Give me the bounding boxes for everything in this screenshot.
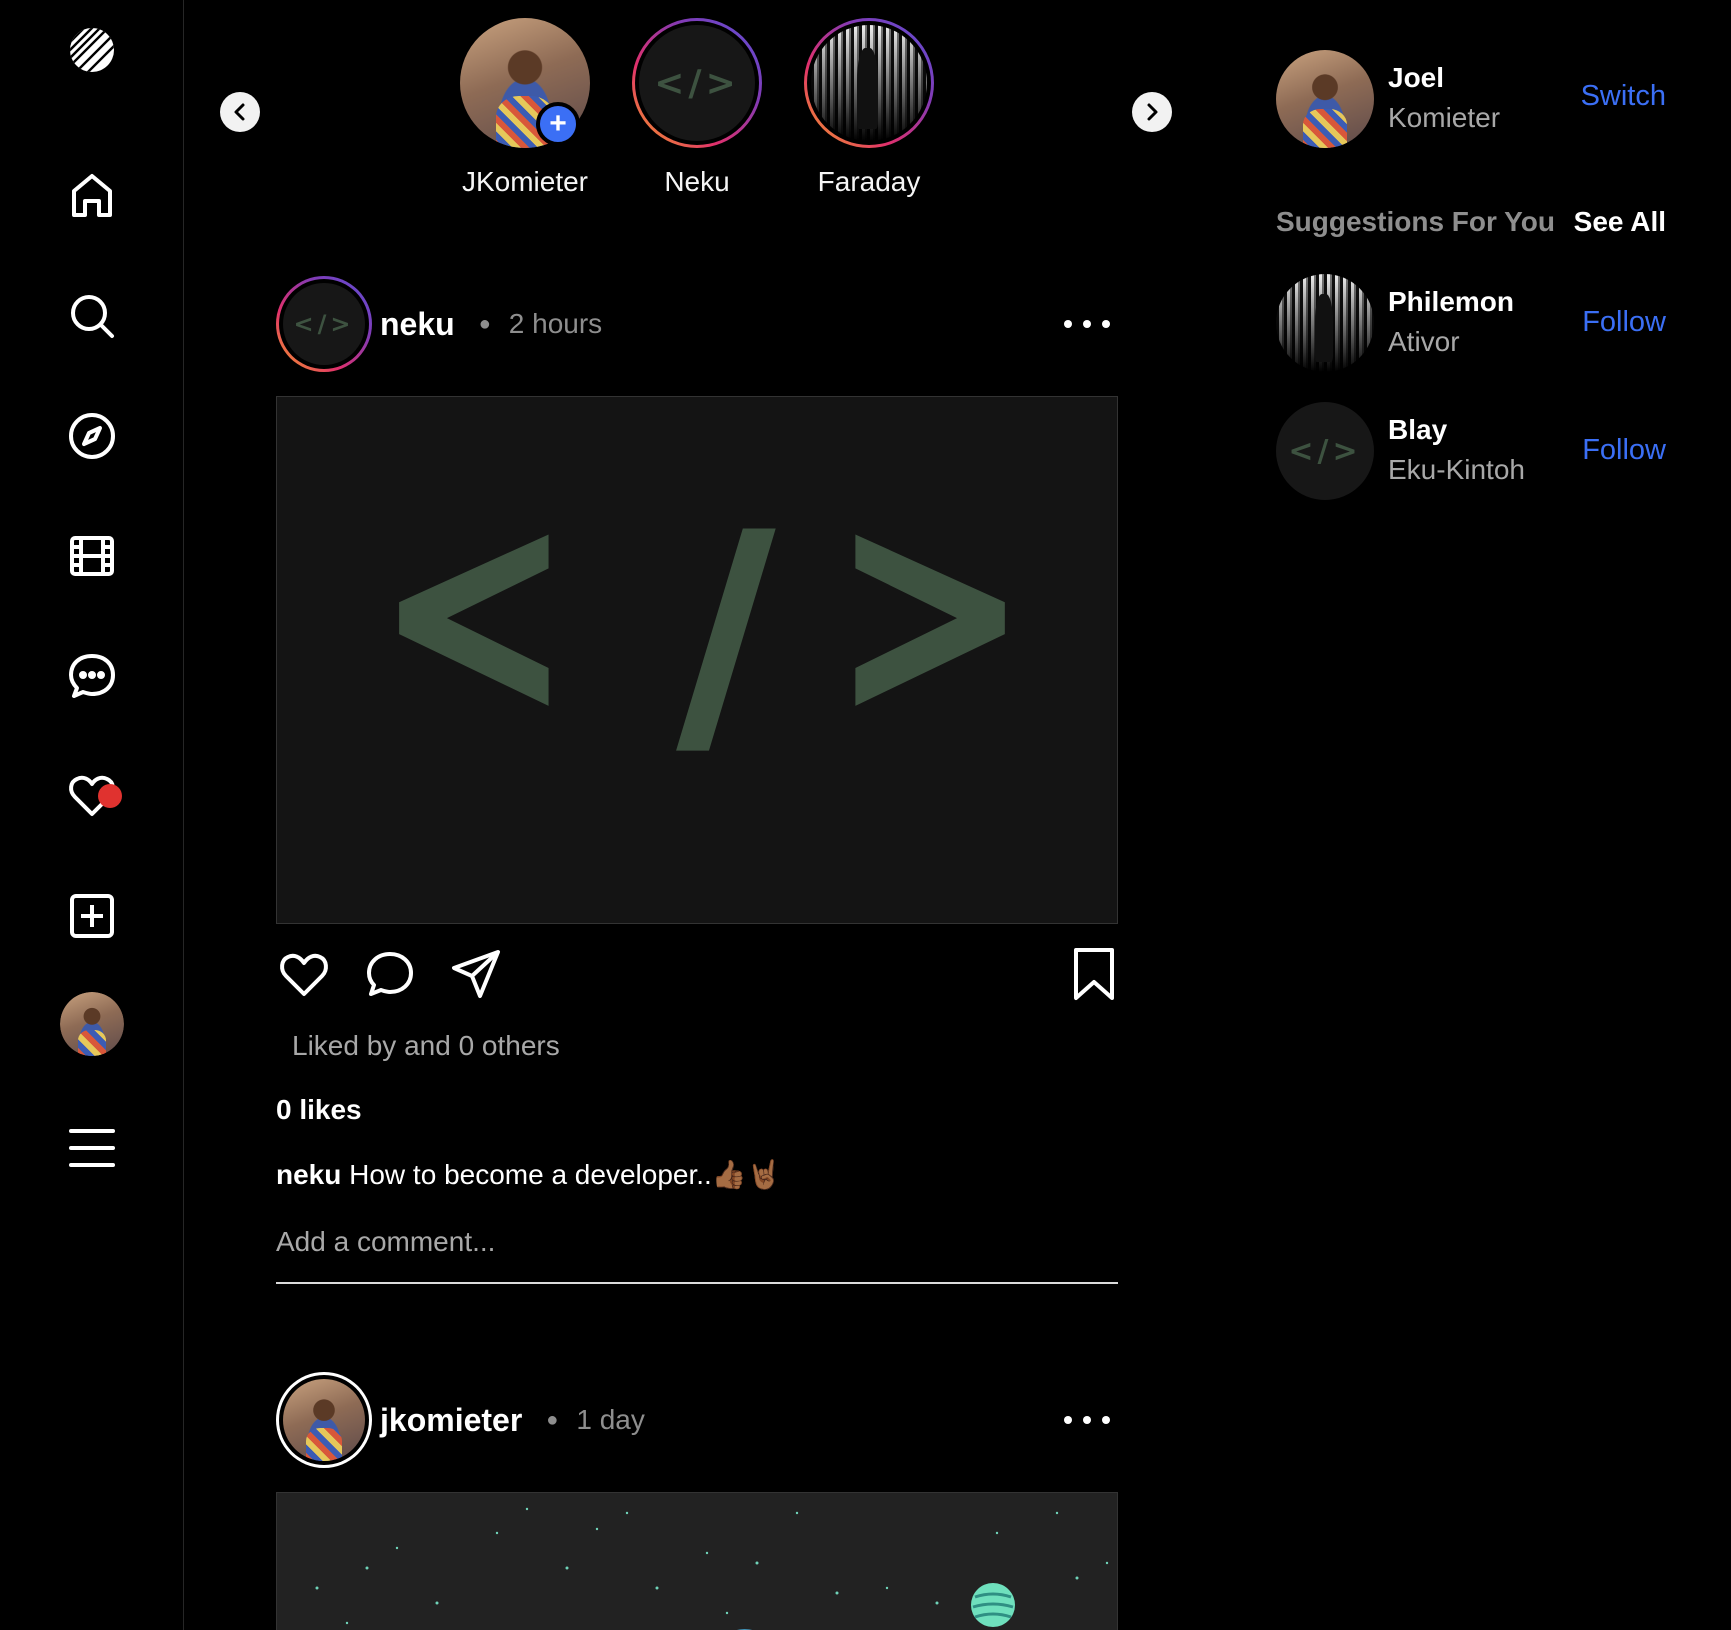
avatar bbox=[283, 1379, 365, 1461]
suggestion-last-name: Ativor bbox=[1388, 326, 1460, 357]
post-actions bbox=[276, 946, 1116, 1006]
code-logo-image bbox=[399, 528, 1005, 751]
create-icon[interactable] bbox=[66, 890, 118, 942]
explore-icon[interactable] bbox=[66, 410, 118, 462]
current-user-first-name[interactable]: Joel bbox=[1388, 62, 1444, 94]
story-name: JKomieter bbox=[461, 166, 589, 197]
reels-icon[interactable] bbox=[66, 530, 118, 582]
suggestion-last-name: Eku-Kintoh bbox=[1388, 454, 1525, 485]
separator-dot: ● bbox=[546, 1408, 559, 1431]
story-neku[interactable]: </> Neku bbox=[617, 18, 777, 198]
story-name: Faraday bbox=[817, 166, 921, 197]
post-timestamp: 1 day bbox=[576, 1404, 645, 1435]
suggestions-title: Suggestions For You bbox=[1276, 206, 1555, 237]
avatar: </> bbox=[283, 283, 365, 365]
suggestion-avatar[interactable] bbox=[1276, 274, 1374, 372]
story-avatar bbox=[811, 25, 927, 141]
post-username[interactable]: jkomieter bbox=[380, 1402, 522, 1439]
stories-prev-button[interactable] bbox=[220, 92, 260, 132]
switch-account-button[interactable]: Switch bbox=[1581, 80, 1666, 113]
caption-username[interactable]: neku bbox=[276, 1159, 341, 1190]
follow-button[interactable]: Follow bbox=[1582, 306, 1666, 339]
post-image[interactable] bbox=[276, 1492, 1118, 1630]
post-header: jkomieter ● 1 day bbox=[276, 1372, 1116, 1468]
comment-icon[interactable] bbox=[362, 946, 418, 1002]
story-jkomieter[interactable]: + JKomieter bbox=[445, 18, 605, 198]
suggestion-first-name[interactable]: Blay bbox=[1388, 414, 1447, 446]
separator-dot: ● bbox=[478, 312, 491, 335]
more-options-icon[interactable] bbox=[1064, 306, 1110, 342]
menu-icon[interactable] bbox=[66, 1122, 118, 1174]
story-name: Neku bbox=[664, 166, 730, 197]
chevron-right-icon bbox=[1147, 103, 1158, 121]
current-user-avatar[interactable] bbox=[1276, 50, 1374, 148]
post-username[interactable]: neku bbox=[380, 306, 455, 343]
space-illustration-image bbox=[315, 1507, 1109, 1630]
post-image[interactable] bbox=[276, 396, 1118, 924]
suggestion-first-name[interactable]: Philemon bbox=[1388, 286, 1514, 318]
sidebar bbox=[0, 0, 184, 1630]
current-user: Joel Komieter Switch bbox=[1276, 50, 1666, 150]
see-all-button[interactable]: See All bbox=[1574, 206, 1666, 238]
avatar bbox=[60, 992, 124, 1056]
like-icon[interactable] bbox=[276, 946, 332, 1002]
post-header: </> neku ● 2 hours bbox=[276, 276, 1116, 372]
profile-avatar[interactable] bbox=[60, 992, 124, 1056]
caption-text: How to become a developer..👍🏾🤘🏾 bbox=[341, 1159, 782, 1190]
likes-count[interactable]: 0 likes bbox=[276, 1094, 362, 1126]
current-user-last-name: Komieter bbox=[1388, 102, 1501, 133]
messages-icon[interactable] bbox=[66, 650, 118, 702]
notification-badge bbox=[98, 784, 122, 808]
suggestion-item: Philemon Ativor Follow bbox=[1276, 274, 1666, 374]
suggestion-avatar[interactable]: </> bbox=[1276, 402, 1374, 500]
suggestion-item: </> Blay Eku-Kintoh Follow bbox=[1276, 402, 1666, 502]
post-author-avatar[interactable] bbox=[276, 1372, 372, 1468]
post-timestamp: 2 hours bbox=[508, 308, 603, 339]
story-avatar: </> bbox=[639, 25, 755, 141]
add-story-icon[interactable]: + bbox=[536, 102, 580, 146]
post-author-avatar[interactable]: </> bbox=[276, 276, 372, 372]
logo-icon[interactable] bbox=[66, 24, 118, 76]
stories-next-button[interactable] bbox=[1132, 92, 1172, 132]
share-icon[interactable] bbox=[448, 946, 504, 1002]
search-icon[interactable] bbox=[66, 290, 118, 342]
comment-input[interactable] bbox=[276, 1216, 1118, 1284]
suggestions-header: Suggestions For You See All bbox=[1276, 206, 1666, 238]
more-options-icon[interactable] bbox=[1064, 1402, 1110, 1438]
notifications-icon[interactable] bbox=[66, 770, 122, 822]
liked-by-text: Liked by and 0 others bbox=[292, 1030, 560, 1061]
chevron-left-icon bbox=[234, 103, 245, 121]
home-icon[interactable] bbox=[66, 170, 118, 222]
story-faraday[interactable]: Faraday bbox=[789, 18, 949, 198]
bookmark-icon[interactable] bbox=[1066, 946, 1122, 1002]
post-caption: neku How to become a developer..👍🏾🤘🏾 bbox=[276, 1158, 782, 1191]
follow-button[interactable]: Follow bbox=[1582, 434, 1666, 467]
